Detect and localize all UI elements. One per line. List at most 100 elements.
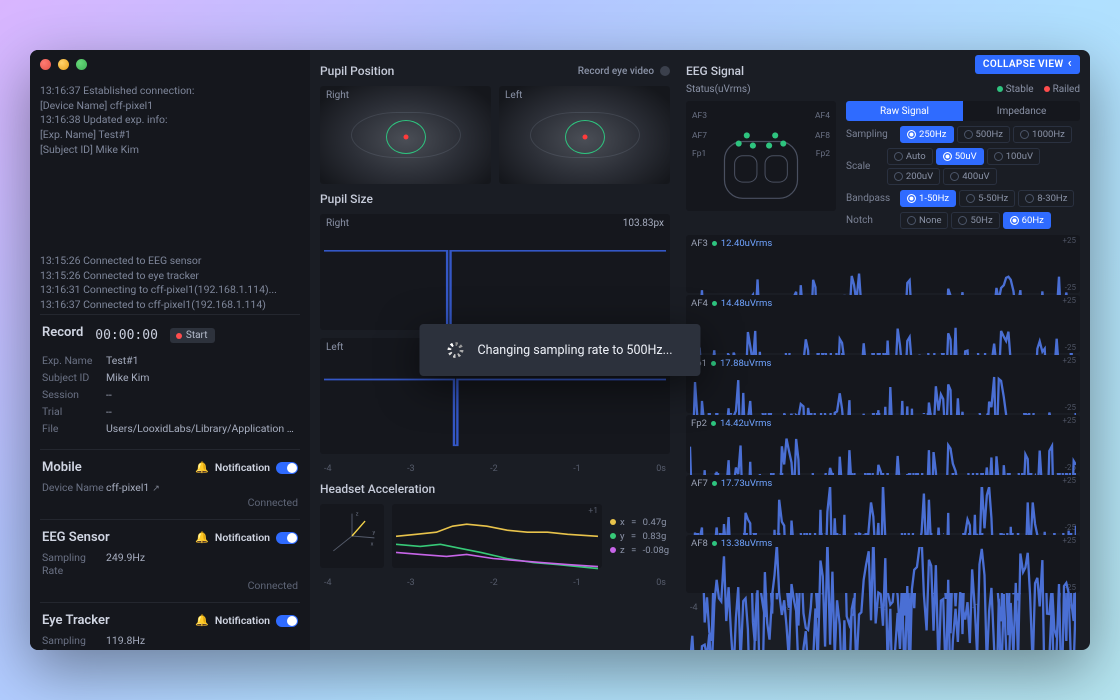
record-section: Record 00:00:00 Start Exp. NameTest#1 Su… <box>40 314 300 449</box>
eye-label: Left <box>505 90 522 101</box>
sampling-option[interactable]: 500Hz <box>957 126 1011 143</box>
field-value: Test#1 <box>106 354 298 367</box>
bell-icon: 🔔 <box>195 531 209 544</box>
scale-option[interactable]: 100uV <box>987 148 1040 165</box>
svg-text:y: y <box>373 530 376 536</box>
ytick: +25 <box>1062 536 1076 545</box>
ytick: +25 <box>1062 416 1076 425</box>
sampling-option[interactable]: 1000Hz <box>1013 126 1072 143</box>
log-line: [Subject ID] Mike Kim <box>40 143 300 158</box>
eeg-channel-plot: AF414.48uVrms+25-25 <box>686 295 1080 353</box>
tick: -3 <box>407 464 415 474</box>
scale-option[interactable]: 400uV <box>943 168 996 185</box>
tick: -4 <box>324 464 332 474</box>
notification-toggle[interactable] <box>276 532 298 544</box>
eye-label: Right <box>326 90 349 101</box>
connection-status: Connected <box>42 496 298 509</box>
window-controls <box>40 59 87 70</box>
time-axis: -4 -3 -2 -1 0s <box>320 462 670 474</box>
field-label: Session <box>42 388 106 401</box>
stable-label: Stable <box>1006 84 1034 95</box>
legend-value: 0.83g <box>642 531 666 542</box>
ytick: +25 <box>1062 476 1076 485</box>
bandpass-option[interactable]: 1-50Hz <box>900 190 956 207</box>
external-link-icon[interactable]: ↗ <box>152 484 160 494</box>
scale-option[interactable]: 200uV <box>887 168 940 185</box>
plot-label: Left <box>326 342 343 353</box>
field-label: Sampling Rate <box>42 551 106 577</box>
ctrl-label: Scale <box>846 161 881 172</box>
notification-toggle[interactable] <box>276 615 298 627</box>
eeg-channel-plot: Fp214.42uVrms+25-25 <box>686 415 1080 473</box>
stable-dot-icon <box>712 481 717 486</box>
field-label: Exp. Name <box>42 354 106 367</box>
eeg-sensor-title: EEG Sensor <box>42 530 110 545</box>
ytick: +25 <box>1062 296 1076 305</box>
tick: -1 <box>573 464 581 474</box>
record-title: Record <box>42 325 83 340</box>
eye-tracker-section: Eye Tracker 🔔Notification Sampling Rate1… <box>40 602 300 650</box>
eye-tracker-title: Eye Tracker <box>42 613 110 628</box>
notch-option[interactable]: 60Hz <box>1003 212 1051 229</box>
legend-value: 0.47g <box>643 517 667 528</box>
pupil-marker-icon <box>386 120 426 154</box>
scale-option[interactable]: Auto <box>887 148 933 165</box>
stable-dot-icon <box>712 301 717 306</box>
sidebar: 13:16:37 Established connection: [Device… <box>30 50 310 650</box>
minimize-icon[interactable] <box>58 59 69 70</box>
collapse-view-button[interactable]: COLLAPSE VIEW <box>975 55 1080 74</box>
log-line: 13:16:37 Established connection: <box>40 84 300 99</box>
log-line: 13:16:31 Connecting to cff-pixel1(192.16… <box>40 283 300 298</box>
field-value: Mike Kim <box>106 371 298 384</box>
notch-option[interactable]: 50Hz <box>951 212 999 229</box>
field-value: cff-pixel1↗ <box>106 481 298 494</box>
field-value: 119.8Hz <box>106 634 298 650</box>
connection-status: Connected <box>42 579 298 592</box>
notification-label: Notification <box>215 531 270 544</box>
tick: 0s <box>656 578 666 588</box>
field-value: 249.9Hz <box>106 551 298 577</box>
bell-icon: 🔔 <box>195 461 209 474</box>
eeg-status-legend: Status(uVrms) Stable Railed <box>686 84 1080 95</box>
notification-label: Notification <box>215 461 270 474</box>
scale-option[interactable]: 50uV <box>936 148 984 165</box>
accel-title: Headset Acceleration <box>320 482 435 496</box>
status-label: Status(uVrms) <box>686 84 751 95</box>
plot-label: Right <box>326 218 349 229</box>
bandpass-option[interactable]: 5-50Hz <box>959 190 1015 207</box>
record-start-button[interactable]: Start <box>170 328 216 343</box>
notification-toggle[interactable] <box>276 462 298 474</box>
legend-value: -0.08g <box>643 545 669 556</box>
stable-dot-icon <box>997 86 1003 92</box>
tick: 0s <box>656 464 666 474</box>
notch-option[interactable]: None <box>900 212 948 229</box>
legend-dot-icon <box>610 519 616 525</box>
eeg-view-tabs: Raw Signal Impedance <box>846 101 1080 121</box>
log-line: 13:16:37 Connected to cff-pixel1(192.168… <box>40 298 300 313</box>
tick: -4 <box>324 578 332 588</box>
close-icon[interactable] <box>40 59 51 70</box>
tab-impedance[interactable]: Impedance <box>963 101 1080 121</box>
accel-3d-widget: z y x <box>320 504 384 568</box>
bell-icon: 🔔 <box>195 614 209 627</box>
field-label: Trial <box>42 405 106 418</box>
bandpass-option[interactable]: 8-30Hz <box>1018 190 1074 207</box>
field-value: -- <box>106 405 298 418</box>
field-value: -- <box>106 388 298 401</box>
ytick: +25 <box>1062 356 1076 365</box>
modal-message: Changing sampling rate to 500Hz... <box>477 343 672 358</box>
sampling-option[interactable]: 250Hz <box>900 126 954 143</box>
legend-axis: z <box>620 545 625 556</box>
stable-dot-icon <box>712 541 717 546</box>
tab-raw-signal[interactable]: Raw Signal <box>846 101 963 121</box>
log-top: 13:16:37 Established connection: [Device… <box>40 84 300 254</box>
legend-dot-icon <box>610 547 616 553</box>
legend-dot-icon <box>610 533 616 539</box>
maximize-icon[interactable] <box>76 59 87 70</box>
mobile-title: Mobile <box>42 460 82 475</box>
eeg-channel-plot: AF717.73uVrms+25-25 <box>686 475 1080 533</box>
eeg-channel-plot: AF813.38uVrms+25-25 <box>686 535 1080 593</box>
field-label: Device Name <box>42 481 106 494</box>
eye-camera-left: Left <box>499 86 670 184</box>
stable-dot-icon <box>712 241 717 246</box>
